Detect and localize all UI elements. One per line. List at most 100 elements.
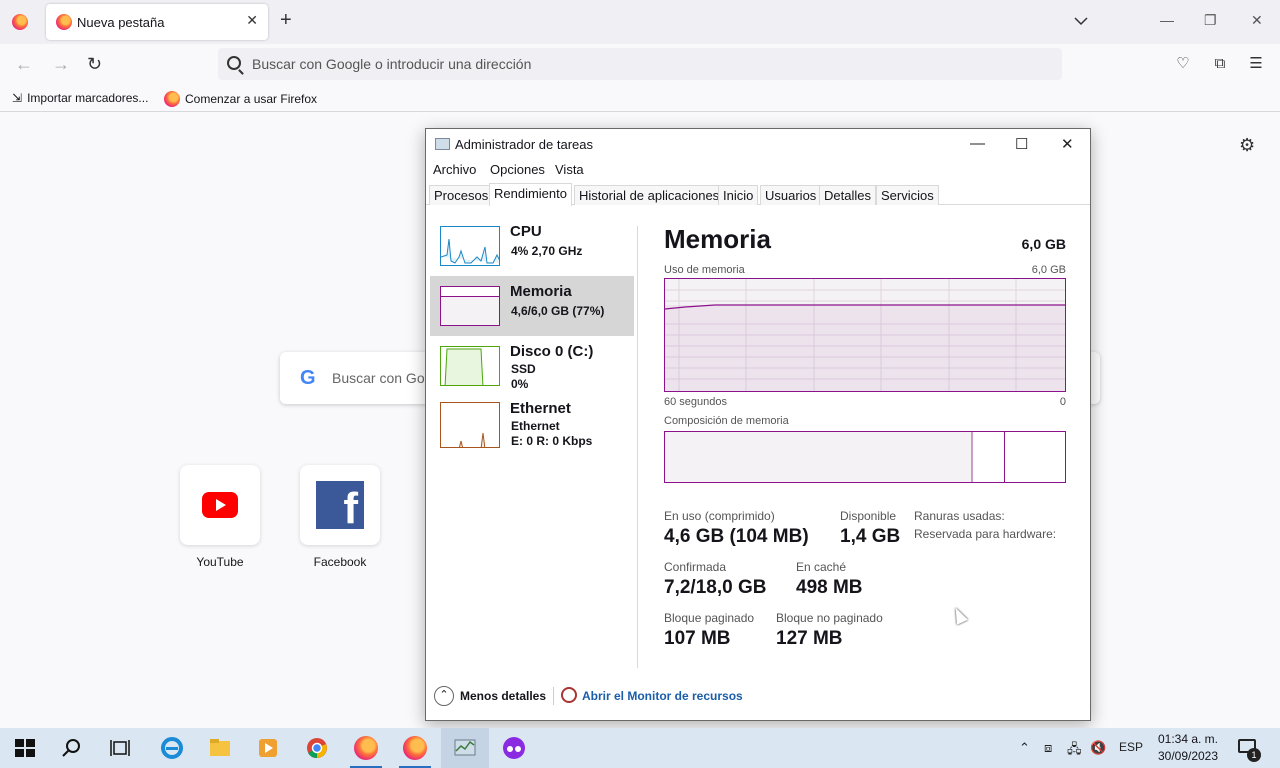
task-manager-titlebar[interactable]: Administrador de tareas — ☐ ✕ [426,129,1090,159]
stat-hw-reserved-label: Reservada para hardware: [914,527,1057,541]
composition-modified [973,432,1005,482]
notification-badge: 1 [1247,748,1261,762]
clock-time: 01:34 a. m. [1157,732,1219,746]
search-icon [227,56,241,70]
taskbar: ⌃ ⧈ 🖧 🔇 ESP 01:34 a. m. 30/09/2023 1 [0,728,1280,768]
tab-historial[interactable]: Historial de aplicaciones [574,185,725,205]
extensions-icon[interactable]: ⧉ [1212,56,1228,72]
footer-separator [553,687,554,705]
search-icon[interactable] [60,736,84,760]
task-view-icon[interactable] [108,736,132,760]
stat-slots-label: Ranuras usadas: [914,509,1005,523]
firefox-view-icon[interactable] [12,14,28,30]
perf-item-memoria[interactable]: Memoria 4,6/6,0 GB (77%) [430,276,634,336]
menu-vista[interactable]: Vista [555,162,584,177]
windows-start-icon[interactable] [13,736,37,760]
close-window-icon[interactable]: ✕ [1251,12,1263,29]
bookmark-import[interactable]: ⇲ Importar marcadores... [12,91,148,105]
memory-usage-graph [664,278,1066,392]
tab-usuarios[interactable]: Usuarios [760,185,822,205]
hamburger-menu-icon[interactable]: ☰ [1248,56,1264,72]
incognito-app-icon[interactable] [502,736,526,760]
menu-bar: Archivo Opciones Vista [426,160,1090,180]
tab-detalles[interactable]: Detalles [819,185,876,205]
chevron-up-icon[interactable]: ⌃ [1019,740,1030,756]
window-title: Administrador de tareas [455,137,594,152]
perf-item-disco[interactable]: Disco 0 (C:) SSD 0% [430,336,634,396]
stat-in-use-value: 4,6 GB (104 MB) [664,526,809,547]
stat-available-label: Disponible [840,509,897,523]
ethernet-mini-graph [440,402,500,448]
firefox-icon[interactable] [399,736,431,768]
shortcut-youtube[interactable]: YouTube [180,465,260,569]
panel-divider [637,226,638,668]
stat-in-use-label: En uso (comprimido) [664,509,775,523]
perf-item-sub: SSD [511,362,536,376]
tab-servicios[interactable]: Servicios [876,185,939,205]
detail-total: 6,0 GB [1021,236,1066,252]
cpu-mini-graph [440,226,500,266]
stat-cached-label: En caché [796,560,847,574]
task-manager-icon[interactable] [453,736,477,760]
meet-now-icon[interactable]: ⧈ [1044,740,1052,756]
tab-nueva-pestana[interactable]: Nueva pestaña ✕ [46,4,268,40]
firefox-icon [164,91,180,107]
resource-monitor-link[interactable]: Abrir el Monitor de recursos [582,689,743,703]
forward-arrow-icon[interactable]: → [52,54,70,75]
composition-in-use [665,432,973,482]
import-icon: ⇲ [12,91,23,105]
perf-item-name: Ethernet [510,400,571,417]
new-tab-button[interactable]: + [280,10,292,30]
less-details-link[interactable]: Menos detalles [460,689,546,703]
shortcut-facebook[interactable]: f Facebook [300,465,380,569]
bookmark-get-started[interactable]: Comenzar a usar Firefox [164,91,317,107]
perf-item-cpu[interactable]: CPU 4% 2,70 GHz [430,216,634,276]
detail-title: Memoria [664,224,771,254]
time-left: 60 segundos [664,396,727,408]
tab-inicio[interactable]: Inicio [718,185,759,205]
navigation-bar: ← → ↻ ♡ ⧉ ☰ [0,44,1280,86]
language-indicator[interactable]: ESP [1119,740,1143,754]
perf-item-name: CPU [510,223,542,240]
internet-explorer-icon[interactable] [160,736,184,760]
chevron-up-icon[interactable]: ⌃ [434,686,454,706]
stat-committed-value: 7,2/18,0 GB [664,577,767,598]
tab-procesos[interactable]: Procesos [429,185,494,205]
menu-archivo[interactable]: Archivo [433,162,476,177]
tab-rendimiento[interactable]: Rendimiento [489,183,572,206]
chrome-icon[interactable] [305,736,329,760]
time-right: 0 [1059,396,1066,408]
perf-item-ethernet[interactable]: Ethernet Ethernet E: 0 R: 0 Kbps [430,400,634,462]
network-icon[interactable]: 🖧 [1067,740,1082,762]
file-explorer-icon[interactable] [208,736,232,760]
minimize-icon[interactable]: — [1160,12,1174,28]
stat-paged-value: 107 MB [664,628,731,649]
back-arrow-icon[interactable]: ← [15,54,33,75]
reload-icon[interactable]: ↻ [87,54,102,75]
bookmark-label: Comenzar a usar Firefox [185,92,318,106]
gear-icon[interactable]: ⚙ [1239,135,1255,156]
chevron-down-icon[interactable] [1073,13,1089,29]
clock[interactable]: 01:34 a. m. 30/09/2023 [1148,731,1228,765]
usage-label: Uso de memoria [664,264,745,276]
bookmark-label: Importar marcadores... [27,91,149,105]
perf-item-name: Memoria [510,283,572,300]
restore-icon[interactable]: ❐ [1204,12,1217,29]
url-bar[interactable] [218,48,1062,80]
volume-muted-icon[interactable]: 🔇 [1090,740,1106,756]
perf-item-sub: 4,6/6,0 GB (77%) [511,304,605,318]
url-input[interactable] [252,54,1032,74]
pocket-icon[interactable]: ♡ [1175,56,1191,72]
stat-cached-value: 498 MB [796,577,863,598]
menu-opciones[interactable]: Opciones [490,162,545,177]
perf-item-sub: 0% [511,377,529,391]
close-icon[interactable]: ✕ [1061,135,1074,153]
firefox-icon[interactable] [350,736,382,768]
shortcut-label: Facebook [313,555,367,569]
maximize-icon[interactable]: ☐ [1015,135,1028,153]
close-tab-icon[interactable]: ✕ [246,12,258,29]
media-player-icon[interactable] [256,736,280,760]
composition-label: Composición de memoria [664,415,789,427]
clock-date: 30/09/2023 [1157,749,1219,763]
minimize-icon[interactable]: — [970,135,985,152]
